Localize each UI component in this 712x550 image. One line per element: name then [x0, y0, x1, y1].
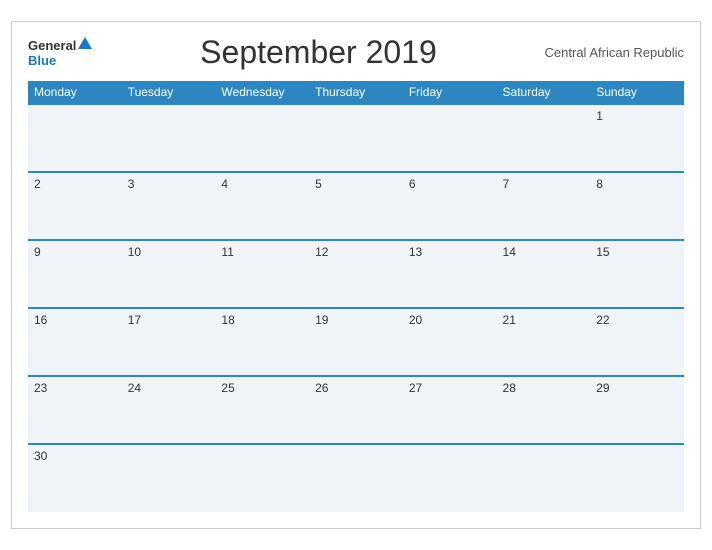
logo-triangle-icon — [78, 37, 92, 49]
calendar-cell — [122, 104, 216, 172]
calendar-cell: 23 — [28, 376, 122, 444]
day-number: 8 — [596, 177, 603, 191]
day-number: 18 — [221, 313, 234, 327]
weekday-header-thursday: Thursday — [309, 81, 403, 104]
calendar-cell — [309, 104, 403, 172]
weekday-header-tuesday: Tuesday — [122, 81, 216, 104]
calendar-cell: 9 — [28, 240, 122, 308]
day-number: 15 — [596, 245, 609, 259]
day-number: 13 — [409, 245, 422, 259]
weekday-header-monday: Monday — [28, 81, 122, 104]
calendar-cell: 18 — [215, 308, 309, 376]
day-number: 17 — [128, 313, 141, 327]
calendar-title: September 2019 — [92, 34, 544, 71]
calendar-cell: 17 — [122, 308, 216, 376]
calendar-cell: 14 — [497, 240, 591, 308]
calendar-cell: 20 — [403, 308, 497, 376]
day-number: 24 — [128, 381, 141, 395]
calendar-cell: 3 — [122, 172, 216, 240]
week-row-2: 2 3 4 5 6 7 8 — [28, 172, 684, 240]
day-number: 22 — [596, 313, 609, 327]
calendar: General Blue September 2019 Central Afri… — [11, 21, 701, 529]
week-row-3: 9 10 11 12 13 14 15 — [28, 240, 684, 308]
calendar-cell — [215, 444, 309, 512]
day-number: 3 — [128, 177, 135, 191]
day-number: 20 — [409, 313, 422, 327]
calendar-cell: 12 — [309, 240, 403, 308]
day-number: 25 — [221, 381, 234, 395]
week-row-1: 1 — [28, 104, 684, 172]
day-number: 11 — [221, 245, 233, 259]
calendar-cell — [590, 444, 684, 512]
calendar-cell — [403, 104, 497, 172]
day-number: 28 — [503, 381, 516, 395]
logo-blue: Blue — [28, 54, 92, 68]
calendar-region: Central African Republic — [545, 45, 684, 60]
day-number: 21 — [503, 313, 516, 327]
calendar-cell: 7 — [497, 172, 591, 240]
calendar-cell: 11 — [215, 240, 309, 308]
calendar-cell: 25 — [215, 376, 309, 444]
logo: General Blue — [28, 37, 92, 69]
calendar-cell — [122, 444, 216, 512]
weekday-header-row: MondayTuesdayWednesdayThursdayFridaySatu… — [28, 81, 684, 104]
calendar-cell: 28 — [497, 376, 591, 444]
day-number: 23 — [34, 381, 47, 395]
calendar-cell: 27 — [403, 376, 497, 444]
calendar-grid: MondayTuesdayWednesdayThursdayFridaySatu… — [28, 81, 684, 512]
calendar-cell: 13 — [403, 240, 497, 308]
calendar-cell — [309, 444, 403, 512]
weekday-header-sunday: Sunday — [590, 81, 684, 104]
calendar-cell: 4 — [215, 172, 309, 240]
calendar-header: General Blue September 2019 Central Afri… — [28, 34, 684, 71]
calendar-cell: 21 — [497, 308, 591, 376]
week-row-5: 23 24 25 26 27 28 29 — [28, 376, 684, 444]
day-number: 2 — [34, 177, 41, 191]
calendar-cell: 22 — [590, 308, 684, 376]
calendar-cell: 6 — [403, 172, 497, 240]
calendar-cell — [403, 444, 497, 512]
calendar-cell — [215, 104, 309, 172]
calendar-cell — [28, 104, 122, 172]
week-row-4: 16 17 18 19 20 21 22 — [28, 308, 684, 376]
calendar-cell: 5 — [309, 172, 403, 240]
day-number: 14 — [503, 245, 516, 259]
calendar-cell — [497, 104, 591, 172]
day-number: 12 — [315, 245, 328, 259]
day-number: 19 — [315, 313, 328, 327]
calendar-cell: 24 — [122, 376, 216, 444]
calendar-cell: 2 — [28, 172, 122, 240]
calendar-cell: 19 — [309, 308, 403, 376]
day-number: 30 — [34, 449, 47, 463]
day-number: 9 — [34, 245, 41, 259]
day-number: 4 — [221, 177, 228, 191]
calendar-cell: 10 — [122, 240, 216, 308]
day-number: 27 — [409, 381, 422, 395]
week-row-6: 30 — [28, 444, 684, 512]
weekday-header-friday: Friday — [403, 81, 497, 104]
weekday-header-saturday: Saturday — [497, 81, 591, 104]
calendar-cell: 1 — [590, 104, 684, 172]
calendar-cell: 8 — [590, 172, 684, 240]
calendar-cell: 15 — [590, 240, 684, 308]
day-number: 16 — [34, 313, 47, 327]
calendar-cell: 16 — [28, 308, 122, 376]
calendar-cell: 29 — [590, 376, 684, 444]
day-number: 5 — [315, 177, 322, 191]
day-number: 1 — [596, 109, 603, 123]
day-number: 26 — [315, 381, 328, 395]
calendar-cell: 26 — [309, 376, 403, 444]
calendar-cell: 30 — [28, 444, 122, 512]
day-number: 29 — [596, 381, 609, 395]
calendar-cell — [497, 444, 591, 512]
day-number: 7 — [503, 177, 510, 191]
day-number: 6 — [409, 177, 416, 191]
weekday-header-wednesday: Wednesday — [215, 81, 309, 104]
day-number: 10 — [128, 245, 141, 259]
logo-general: General — [28, 37, 92, 55]
